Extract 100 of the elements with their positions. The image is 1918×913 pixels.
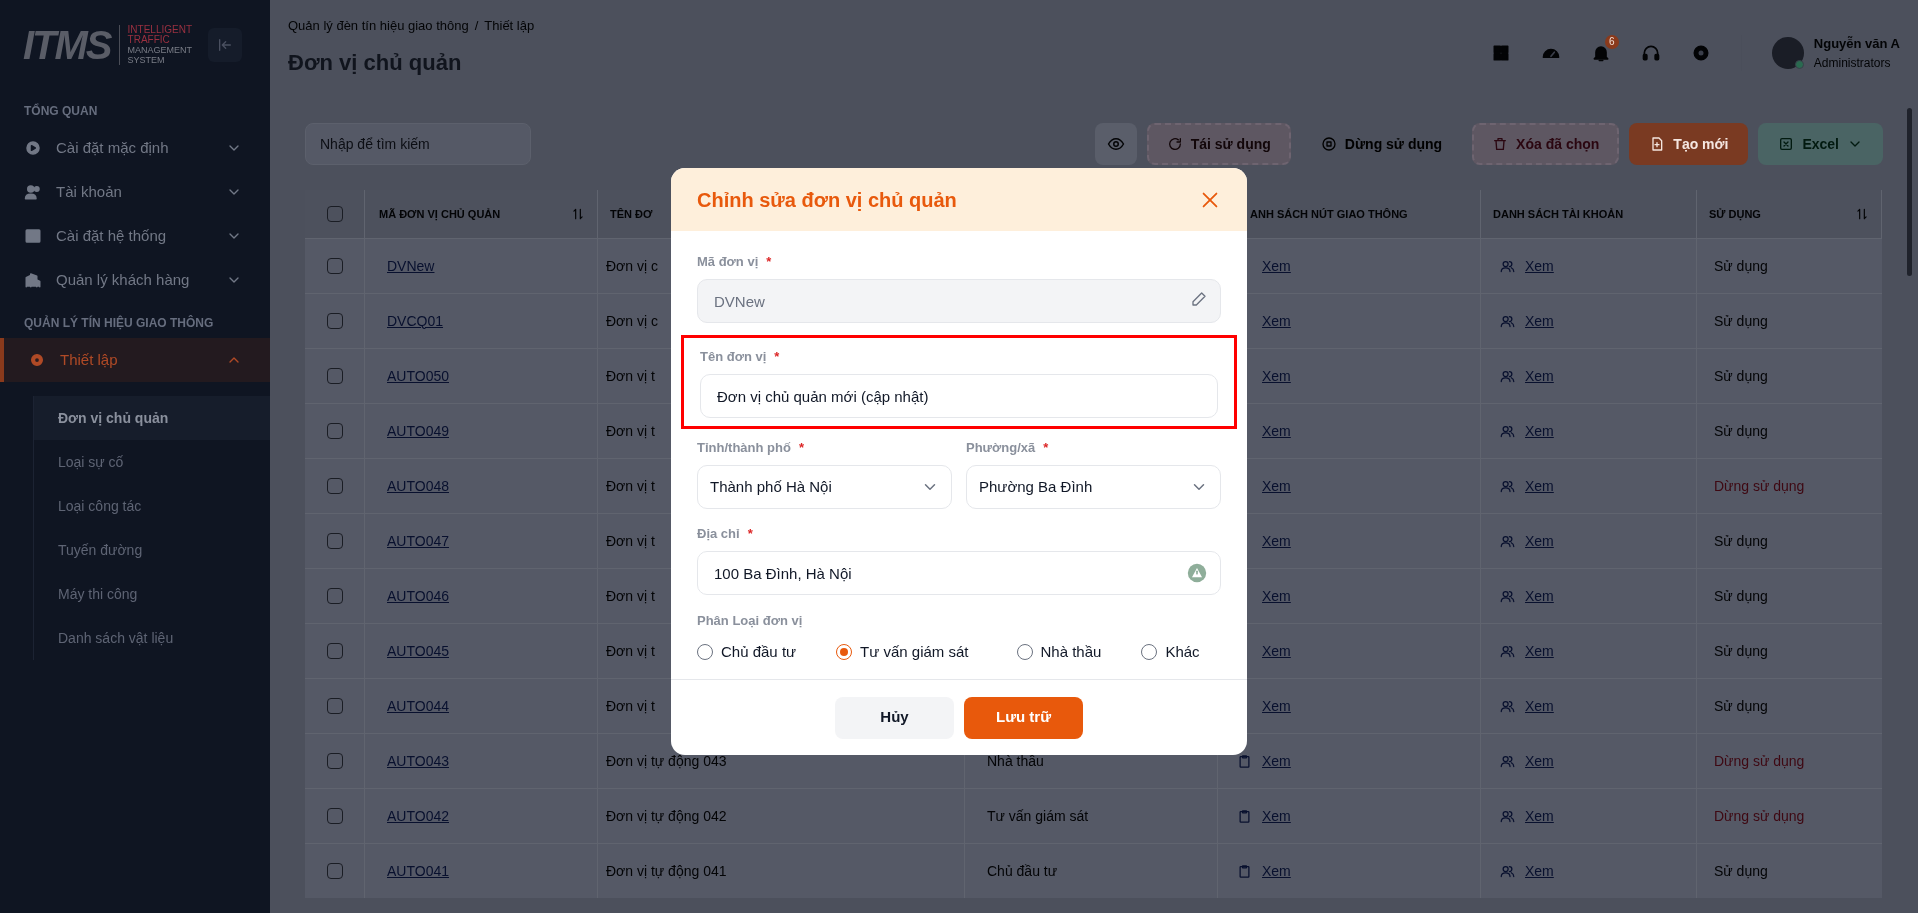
radio-option[interactable]: Nhà thầu [1016,640,1102,663]
sidebar-section-title: TỔNG QUAN [23,102,99,120]
row-checkbox[interactable] [326,808,343,824]
status-text: Sử dụng [1714,311,1768,331]
unit-code-link[interactable]: AUTO042 [387,805,449,827]
breadcrumb-link[interactable]: Thiết lập [484,16,535,36]
sidebar-subitem[interactable]: Loại sự cố [34,440,270,484]
sidebar-subitem[interactable]: Loại công tác [34,484,270,528]
scrollbar-thumb[interactable] [1907,108,1912,276]
trash-icon [1492,136,1509,152]
unit-code-link[interactable]: AUTO046 [387,585,449,607]
unit-code-link[interactable]: AUTO044 [387,695,449,717]
table-cell-text: Nhà thầu [987,751,1044,771]
notification-button[interactable]: 6 [1582,34,1619,71]
stop-using-button[interactable]: Dừng sử dụng [1300,123,1463,165]
unit-code-link[interactable]: AUTO041 [387,860,449,882]
view-junctions-link[interactable]: Xem [1262,475,1291,497]
view-junctions-link[interactable]: Xem [1262,860,1291,882]
view-accounts-link[interactable]: Xem [1525,640,1554,662]
unit-code-link[interactable]: DVNew [387,255,435,277]
view-accounts-link[interactable]: Xem [1525,255,1554,277]
users-icon [1500,533,1515,549]
save-button[interactable]: Lưu trữ [964,696,1083,739]
breadcrumb-link[interactable]: Quản lý đèn tín hiệu giao thông [288,16,469,36]
row-checkbox[interactable] [326,478,343,494]
row-checkbox[interactable] [326,698,343,714]
sidebar-subitem[interactable]: Máy thi công [34,572,270,616]
unit-code-link[interactable]: AUTO048 [387,475,449,497]
row-checkbox[interactable] [326,258,343,274]
unit-code-link[interactable]: DVCQ01 [387,310,444,332]
sidebar-item[interactable]: Cài đặt hệ thống [0,214,270,258]
status-text: Sử dụng [1714,366,1768,386]
row-checkbox[interactable] [326,863,343,879]
sidebar-subitem[interactable]: Danh sách vật liệu [34,616,270,660]
view-accounts-link[interactable]: Xem [1525,365,1554,387]
view-accounts-link[interactable]: Xem [1525,530,1554,552]
view-junctions-link[interactable]: Xem [1262,420,1291,442]
row-checkbox[interactable] [326,533,343,549]
row-checkbox[interactable] [326,368,343,384]
view-junctions-link[interactable]: Xem [1262,805,1291,827]
unit-code-link[interactable]: AUTO050 [387,365,449,387]
ward-select[interactable]: Phường Ba Đình [966,465,1221,509]
sidebar-subitem[interactable]: Tuyến đường [34,528,270,572]
users-icon [24,183,42,201]
view-junctions-link[interactable]: Xem [1262,640,1291,662]
view-accounts-link[interactable]: Xem [1525,475,1554,497]
create-button[interactable]: Tạo mới [1629,123,1749,165]
sidebar-item[interactable]: Cài đặt mặc định [0,126,270,170]
view-accounts-link[interactable]: Xem [1525,695,1554,717]
sidebar-item[interactable]: Thiết lập [0,338,270,382]
view-junctions-link[interactable]: Xem [1262,310,1291,332]
column-header: ANH SÁCH NÚT GIAO THÔNG [1250,206,1409,222]
view-accounts-link[interactable]: Xem [1525,420,1554,442]
view-junctions-link[interactable]: Xem [1262,585,1291,607]
view-junctions-link[interactable]: Xem [1262,255,1291,277]
excel-export-button[interactable]: Excel [1758,123,1883,165]
sidebar-item[interactable]: Tài khoản [0,170,270,214]
view-accounts-link[interactable]: Xem [1525,310,1554,332]
unit-code-link[interactable]: AUTO047 [387,530,449,552]
sidebar-section-title: QUẢN LÝ TÍN HIỆU GIAO THÔNG [23,314,215,332]
collapse-sidebar-button[interactable] [208,28,242,62]
unit-code-link[interactable]: AUTO045 [387,640,449,662]
unit-code-link[interactable]: AUTO049 [387,420,449,442]
unit-name-field[interactable]: Đơn vị chủ quản mới (cập nhật) [700,374,1218,418]
radio-option[interactable]: Chủ đầu tư [697,640,797,663]
view-accounts-link[interactable]: Xem [1525,750,1554,772]
clipboard-icon [1237,863,1252,879]
search-field[interactable]: Nhập để tìm kiếm [305,123,531,165]
field-label: Phân Loại đơn vị [697,612,804,630]
view-junctions-link[interactable]: Xem [1262,530,1291,552]
address-field[interactable]: 100 Ba Đình, Hà Nội [697,551,1221,595]
refresh-icon [1166,136,1183,152]
buildings-icon [24,271,42,289]
row-checkbox[interactable] [326,643,343,659]
status-text: Dừng sử dụng [1714,751,1805,771]
table-cell-text: Đơn vị c [606,256,658,276]
cancel-button[interactable]: Hủy [835,696,954,739]
radio-option[interactable]: Tư vấn giám sát [836,640,969,663]
sidebar-item[interactable]: Quản lý khách hàng [0,258,270,302]
radio-option[interactable]: Khác [1141,640,1200,663]
view-accounts-link[interactable]: Xem [1525,860,1554,882]
field-label: Phường/xã [966,439,1036,458]
table-cell-text: Đơn vị tự động 041 [606,861,727,881]
required-mark: * [747,525,753,544]
view-accounts-link[interactable]: Xem [1525,805,1554,827]
province-select[interactable]: Thành phố Hà Nội [697,465,952,509]
select-all-checkbox[interactable] [326,206,343,222]
sidebar-subitem[interactable]: Đơn vị chủ quản [34,396,270,440]
row-checkbox[interactable] [326,588,343,604]
view-junctions-link[interactable]: Xem [1262,750,1291,772]
avatar[interactable] [1771,36,1804,69]
row-checkbox[interactable] [326,313,343,329]
unit-code-link[interactable]: AUTO043 [387,750,449,772]
users-icon [1500,698,1515,714]
view-accounts-link[interactable]: Xem [1525,585,1554,607]
view-toggle-button[interactable] [1094,123,1137,165]
row-checkbox[interactable] [326,753,343,769]
row-checkbox[interactable] [326,423,343,439]
view-junctions-link[interactable]: Xem [1262,695,1291,717]
view-junctions-link[interactable]: Xem [1262,365,1291,387]
